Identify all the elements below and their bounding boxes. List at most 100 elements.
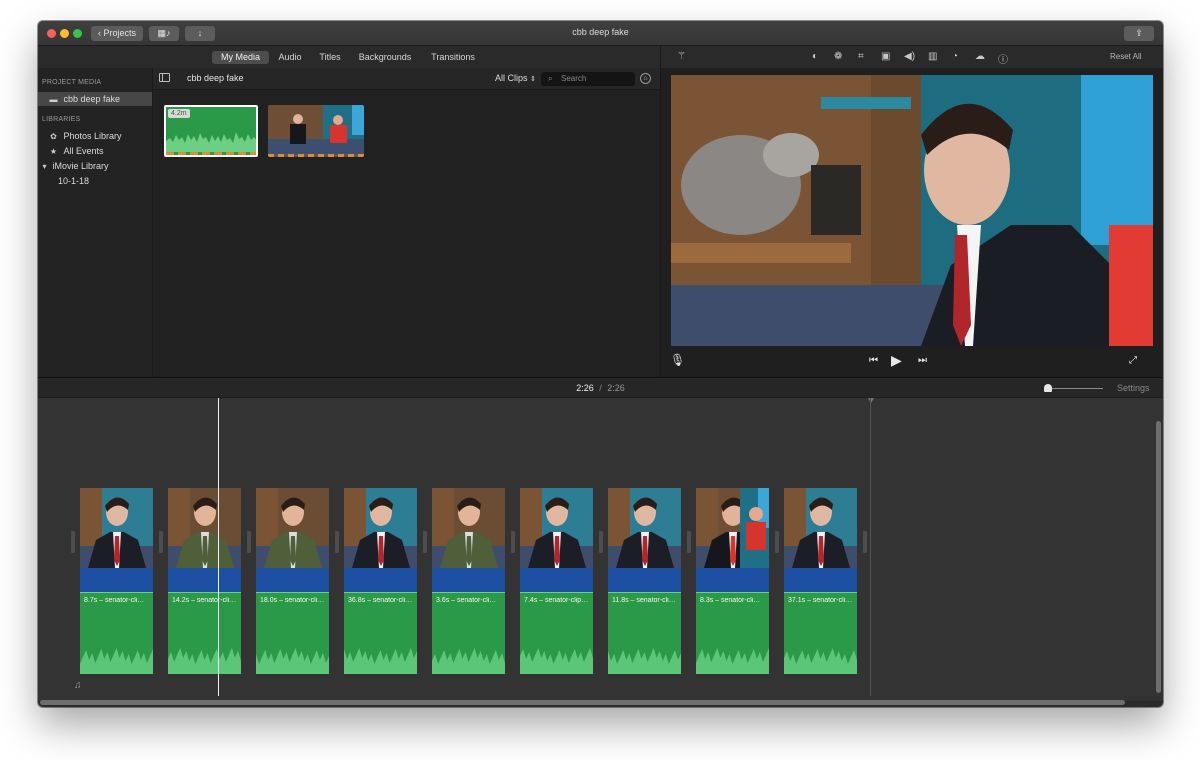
clip-video-track <box>520 568 593 592</box>
current-time: 2:26 <box>576 383 594 393</box>
tab-titles[interactable]: Titles <box>315 51 345 64</box>
timeline-clip[interactable]: 14.2s – senator-cli… <box>168 488 241 674</box>
color-balance-icon[interactable]: ◐ <box>812 51 818 62</box>
search-placeholder: Search <box>561 74 587 83</box>
tab-my-media[interactable]: My Media <box>212 51 269 64</box>
clip-video-track <box>256 568 329 592</box>
skip-forward-icon[interactable]: ⏭︎ <box>918 355 927 366</box>
volume-icon[interactable]: ◀) <box>904 51 915 62</box>
clip-frame <box>168 488 241 568</box>
clip-audio-track[interactable]: 18.0s – senator-cli… <box>256 592 329 674</box>
sidebar-item-label: iMovie Library <box>52 161 109 171</box>
timeline-settings-button[interactable]: Settings <box>1117 383 1150 393</box>
music-note-icon: ♫ <box>74 680 82 691</box>
transition-handle[interactable] <box>511 531 515 553</box>
clip-audio-track[interactable]: 37.1s – senator-cli… <box>784 592 857 674</box>
color-correction-icon[interactable]: ❁ <box>834 51 842 62</box>
clip-thumbnail-image <box>80 488 153 568</box>
chevron-updown-icon: ⇕ <box>530 76 536 83</box>
browser-settings-icon[interactable]: ⌂ <box>640 73 651 84</box>
transition-handle[interactable] <box>863 531 867 553</box>
transition-handle[interactable] <box>247 531 251 553</box>
noise-reduction-icon[interactable]: ▥ <box>928 51 937 62</box>
transition-handle[interactable] <box>71 531 75 553</box>
transition-handle[interactable] <box>775 531 779 553</box>
window-title: cbb deep fake <box>572 27 629 37</box>
info-icon[interactable]: ⓘ <box>998 51 1008 66</box>
timeline-clip[interactable]: 36.8s – senator-cli… <box>344 488 417 674</box>
clip-audio-track[interactable]: 7.4s – senator-clip… <box>520 592 593 674</box>
zoom-slider-track[interactable] <box>1049 388 1103 389</box>
tab-backgrounds[interactable]: Backgrounds <box>355 51 415 64</box>
clip-thumbnail-image <box>784 488 857 568</box>
transition-handle[interactable] <box>335 531 339 553</box>
transition-handle[interactable] <box>599 531 603 553</box>
reset-all-button[interactable]: Reset All <box>1110 52 1142 61</box>
audio-waveform <box>696 648 769 674</box>
fullscreen-icon[interactable]: ⤢ <box>1129 355 1137 366</box>
sidebar-item-imovie-library[interactable]: ▾ iMovie Library <box>38 159 152 173</box>
clip-video-track <box>432 568 505 592</box>
sidebar-item-all-events[interactable]: ★ All Events <box>38 144 152 158</box>
share-button[interactable]: ⇪ <box>1124 26 1154 41</box>
clip-audio-track[interactable]: 36.8s – senator-cli… <box>344 592 417 674</box>
sidebar-item-event[interactable]: 10-1-18 <box>38 174 152 188</box>
sidebar-item-label: All Events <box>63 146 104 156</box>
audio-waveform <box>432 648 505 674</box>
total-time: 2:26 <box>607 383 625 393</box>
magic-wand-icon[interactable]: ⚚ <box>677 51 686 62</box>
clip-audio-track[interactable]: 8.3s – senator-cli… <box>696 592 769 674</box>
clip-audio-track[interactable]: 11.8s – senator-cli… <box>608 592 681 674</box>
disclosure-triangle-icon[interactable]: ▾ <box>40 160 49 174</box>
timeline-clip[interactable]: 7.4s – senator-clip… <box>520 488 593 674</box>
play-icon[interactable]: ▶ <box>891 352 902 369</box>
transition-handle[interactable] <box>687 531 691 553</box>
clip-frame <box>432 488 505 568</box>
clip-frame <box>696 488 769 568</box>
tab-audio[interactable]: Audio <box>275 51 305 64</box>
project-media-heading: PROJECT MEDIA <box>42 79 102 86</box>
clip-filter-icon[interactable]: ☁ <box>975 51 985 62</box>
transition-handle[interactable] <box>159 531 163 553</box>
media-browser: cbb deep fake All Clips ⇕ ⌕ Search ⌂ 4.2… <box>153 68 660 377</box>
media-clip-audio[interactable]: 4.2m <box>164 105 258 157</box>
clip-video-track <box>168 568 241 592</box>
clip-label: 7.4s – senator-clip… <box>524 597 589 604</box>
zoom-slider-thumb[interactable] <box>1044 384 1052 392</box>
tab-transitions[interactable]: Transitions <box>426 51 480 64</box>
clip-filter-select[interactable]: All Clips ⇕ <box>495 73 536 83</box>
adjustments-toolbar: ⚚ ◐ ❁ ⌗ ▣ ◀) ▥ ◔ ☁ ⓘ Reset All <box>660 46 1163 68</box>
microphone-icon[interactable]: 🎙︎ <box>670 353 685 367</box>
clip-label: 11.8s – senator-cli… <box>612 597 676 604</box>
vertical-scrollbar[interactable] <box>1156 421 1161 693</box>
clip-frame <box>784 488 857 568</box>
timeline-clip[interactable]: 8.3s – senator-cli… <box>696 488 769 674</box>
clip-frame <box>80 488 153 568</box>
timeline-clip[interactable]: 8.7s – senator-cli… <box>80 488 153 674</box>
horizontal-scrollbar[interactable] <box>40 700 1125 705</box>
clip-audio-track[interactable]: 14.2s – senator-cli… <box>168 592 241 674</box>
media-clip-video[interactable] <box>268 105 364 157</box>
timeline-clip[interactable]: 3.6s – senator-cli… <box>432 488 505 674</box>
clip-audio-track[interactable]: 3.6s – senator-cli… <box>432 592 505 674</box>
clip-audio-track[interactable]: 8.7s – senator-cli… <box>80 592 153 674</box>
audio-waveform <box>168 648 241 674</box>
clapper-icon: ▬ <box>49 95 58 104</box>
crop-icon[interactable]: ⌗ <box>858 51 864 62</box>
timeline-clip[interactable]: 11.8s – senator-cli… <box>608 488 681 674</box>
speed-icon[interactable]: ◔ <box>952 51 958 62</box>
transition-handle[interactable] <box>423 531 427 553</box>
playhead[interactable] <box>218 398 219 696</box>
search-input[interactable]: ⌕ Search <box>541 72 635 86</box>
stabilization-icon[interactable]: ▣ <box>881 51 890 62</box>
clip-thumbnail-image <box>696 488 769 568</box>
sidebar-item-project[interactable]: ▬ cbb deep fake <box>38 92 152 106</box>
sidebar-toggle-icon[interactable] <box>159 73 170 82</box>
skip-back-icon[interactable]: ⏮︎ <box>869 355 878 366</box>
timeline-clip[interactable]: 18.0s – senator-cli… <box>256 488 329 674</box>
clip-label: 36.8s – senator-cli… <box>348 597 413 604</box>
timeline[interactable]: 8.7s – senator-cli… 14.2s – senator-cli… <box>38 398 1163 701</box>
timeline-clip[interactable]: 37.1s – senator-cli… <box>784 488 857 674</box>
sidebar-item-photos-library[interactable]: ✿ Photos Library <box>38 129 152 143</box>
project-end-marker <box>868 398 874 403</box>
